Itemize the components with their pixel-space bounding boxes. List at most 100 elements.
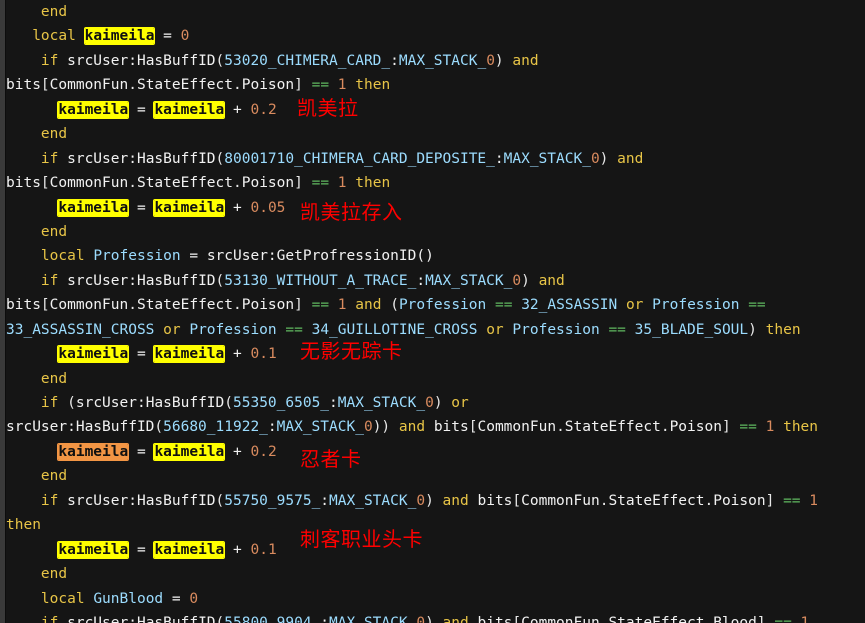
code-token: : bbox=[267, 419, 277, 436]
code-editor[interactable]: end local kaimeila = 0 if srcUser:HasBuf… bbox=[0, 0, 865, 623]
code-token: or bbox=[451, 395, 469, 411]
code-line[interactable]: end bbox=[0, 122, 865, 146]
highlighted-word-occurrence[interactable]: kaimeila bbox=[58, 541, 129, 558]
code-token: bits bbox=[433, 419, 469, 436]
code-token: ) bbox=[494, 52, 504, 69]
code-token: 53020_CHIMERA_CARD_ bbox=[224, 52, 391, 69]
code-line[interactable]: if srcUser:HasBuffID(55800_9904_:MAX_STA… bbox=[0, 611, 865, 623]
code-line[interactable]: srcUser:HasBuffID(56680_11922_:MAX_STACK… bbox=[0, 415, 865, 439]
code-token: StateEffect bbox=[136, 175, 233, 192]
code-token: 55800_9904_ bbox=[224, 614, 321, 623]
code-line[interactable]: if srcUser:HasBuffID(53130_WITHOUT_A_TRA… bbox=[0, 269, 865, 293]
code-token: CommonFun bbox=[521, 492, 600, 509]
code-line[interactable]: bits[CommonFun.StateEffect.Poison] == 1 … bbox=[0, 293, 865, 317]
code-line[interactable]: local Profession = srcUser:GetProfressio… bbox=[0, 244, 865, 268]
code-token: Blood bbox=[713, 614, 757, 623]
code-token: + bbox=[233, 443, 242, 460]
code-line[interactable]: if srcUser:HasBuffID(53020_CHIMERA_CARD_… bbox=[0, 49, 865, 73]
code-token: MAX_STACK_ bbox=[329, 492, 417, 509]
code-line[interactable]: bits[CommonFun.StateEffect.Poison] == 1 … bbox=[0, 171, 865, 195]
highlighted-word-occurrence[interactable]: kaimeila bbox=[154, 101, 225, 118]
code-line[interactable]: end bbox=[0, 220, 865, 244]
code-token: then bbox=[783, 419, 819, 436]
code-line[interactable]: kaimeila = kaimeila + 0.1 bbox=[0, 538, 865, 562]
code-line[interactable]: kaimeila = kaimeila + 0.05 bbox=[0, 196, 865, 220]
highlighted-word-occurrence[interactable]: kaimeila bbox=[154, 541, 225, 558]
code-line[interactable]: local kaimeila = 0 bbox=[0, 24, 865, 48]
code-line[interactable]: if srcUser:HasBuffID(80001710_CHIMERA_CA… bbox=[0, 147, 865, 171]
code-token: CommonFun bbox=[49, 77, 129, 94]
code-line[interactable]: if srcUser:HasBuffID(55750_9575_:MAX_STA… bbox=[0, 489, 865, 513]
code-token: = bbox=[136, 101, 146, 118]
code-line[interactable]: end bbox=[0, 367, 865, 391]
code-token: end bbox=[40, 468, 68, 485]
highlighted-word-occurrence[interactable]: kaimeila bbox=[84, 28, 155, 45]
code-token: Profession bbox=[93, 248, 181, 265]
code-token: if bbox=[40, 492, 59, 509]
code-token: == bbox=[774, 614, 792, 623]
highlighted-word-occurrence[interactable]: kaimeila bbox=[58, 101, 129, 118]
code-line[interactable]: kaimeila = kaimeila + 0.2 bbox=[0, 440, 865, 464]
code-line[interactable]: if (srcUser:HasBuffID(55350_6505_:MAX_ST… bbox=[0, 391, 865, 415]
code-token: ( bbox=[215, 272, 225, 289]
code-token: ) bbox=[425, 492, 434, 509]
code-line[interactable]: end bbox=[0, 0, 865, 24]
code-token: then bbox=[355, 77, 391, 94]
code-token: srcUser:HasBuffID bbox=[58, 150, 216, 167]
highlighted-word-occurrence[interactable]: kaimeila bbox=[154, 443, 225, 460]
highlighted-word-occurrence[interactable]: kaimeila bbox=[154, 199, 225, 216]
code-token: = bbox=[189, 248, 199, 265]
code-token: . bbox=[128, 297, 137, 314]
code-token: + bbox=[233, 101, 242, 118]
code-token: . bbox=[556, 419, 565, 436]
code-token: and bbox=[398, 419, 426, 436]
code-line[interactable]: end bbox=[0, 464, 865, 488]
code-token: srcUser:HasBuffID bbox=[58, 272, 216, 289]
code-token: CommonFun bbox=[49, 297, 129, 314]
code-line[interactable]: local GunBlood = 0 bbox=[0, 587, 865, 611]
code-token: srcUser:HasBuffID bbox=[58, 614, 216, 623]
code-token: 0 bbox=[416, 492, 426, 509]
code-token: == bbox=[748, 297, 766, 314]
code-token: 53130_WITHOUT_A_TRACE_ bbox=[224, 272, 417, 289]
code-line[interactable]: end bbox=[0, 562, 865, 586]
code-line[interactable]: then bbox=[0, 513, 865, 537]
code-line[interactable]: 33_ASSASSIN_CROSS or Profession == 34_GU… bbox=[0, 318, 865, 342]
code-line[interactable]: kaimeila = kaimeila + 0.1 bbox=[0, 342, 865, 366]
code-token: . bbox=[660, 419, 670, 436]
highlighted-word-occurrence[interactable]: kaimeila bbox=[58, 199, 129, 216]
code-token: = bbox=[163, 28, 172, 45]
code-token: then bbox=[765, 321, 801, 338]
code-token: + bbox=[233, 541, 242, 558]
code-line[interactable]: kaimeila = kaimeila + 0.2 bbox=[0, 98, 865, 122]
code-token: = bbox=[136, 346, 146, 363]
highlighted-word-occurrence[interactable]: kaimeila bbox=[58, 346, 129, 363]
highlighted-word-occurrence[interactable]: kaimeila bbox=[154, 346, 225, 363]
code-content-area[interactable]: end local kaimeila = 0 if srcUser:HasBuf… bbox=[0, 0, 865, 623]
highlighted-word-occurrence[interactable]: kaimeila bbox=[58, 443, 129, 460]
code-line[interactable]: bits[CommonFun.StateEffect.Poison] == 1 … bbox=[0, 73, 865, 97]
code-token: 0.1 bbox=[250, 541, 277, 558]
code-token: ( bbox=[215, 614, 225, 623]
